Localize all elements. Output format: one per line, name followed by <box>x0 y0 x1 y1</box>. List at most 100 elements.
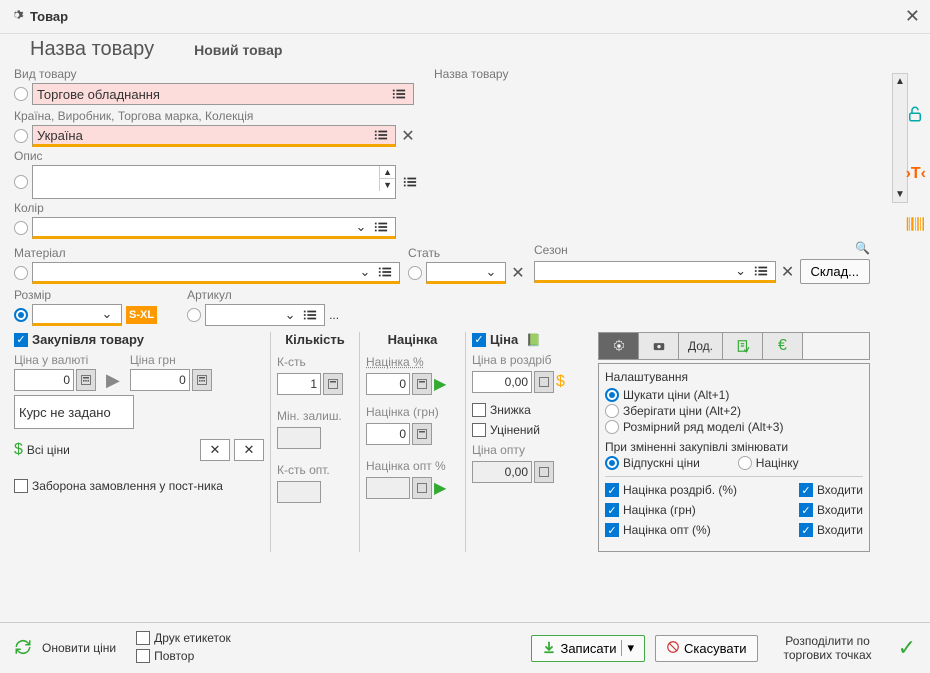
article-input[interactable]: ⌄ <box>205 304 325 326</box>
change2-radio[interactable] <box>738 456 752 470</box>
search-icon[interactable]: 🔍 <box>855 241 870 259</box>
scroll-up-icon[interactable]: ▲ <box>893 74 907 89</box>
list-icon[interactable] <box>371 125 391 145</box>
purchase-check[interactable] <box>14 333 28 347</box>
chevron-down-icon[interactable]: ⌄ <box>355 264 375 280</box>
price-currency-input[interactable]: 0 <box>14 369 74 391</box>
refresh-label[interactable]: Оновити ціни <box>42 641 116 655</box>
lock-icon[interactable] <box>906 105 924 126</box>
scrollbar[interactable]: ▲ ▼ <box>892 73 908 203</box>
calc-icon[interactable] <box>534 461 554 483</box>
calc-icon[interactable] <box>323 373 343 395</box>
distribute-label[interactable]: Розподілити по торгових точках <box>768 634 888 662</box>
tab-camera[interactable] <box>639 333 679 359</box>
forbid-check[interactable] <box>14 479 28 493</box>
desc-radio[interactable] <box>14 175 28 189</box>
size-input[interactable]: ⌄ <box>32 304 122 326</box>
tab-gear[interactable] <box>599 333 639 359</box>
article-radio[interactable] <box>187 308 201 322</box>
clear-icon[interactable]: ✕ <box>400 126 416 146</box>
print-check[interactable] <box>136 631 150 645</box>
opt2-radio[interactable] <box>605 404 619 418</box>
opt1-radio[interactable] <box>605 388 619 402</box>
refresh-icon[interactable] <box>14 638 32 659</box>
check-icon[interactable]: ✓ <box>898 635 916 661</box>
rate-input[interactable]: Курс не задано <box>14 395 134 429</box>
type-radio[interactable] <box>14 87 28 101</box>
c2-check[interactable] <box>799 483 813 497</box>
gender-radio[interactable] <box>408 266 422 280</box>
chevron-down-icon[interactable]: ⌄ <box>351 219 371 235</box>
list-icon[interactable] <box>400 172 420 192</box>
opt-input[interactable] <box>277 481 321 503</box>
tab-add[interactable]: Дод. <box>679 333 723 359</box>
list-icon[interactable] <box>371 217 391 237</box>
x2-input[interactable]: ✕ <box>234 439 264 461</box>
all-prices-link[interactable]: Всі ціни <box>27 443 70 457</box>
list-icon[interactable] <box>751 261 771 281</box>
tab-euro[interactable]: € <box>763 333 803 359</box>
material-radio[interactable] <box>14 266 28 280</box>
chevron-down-icon[interactable]: ⌄ <box>280 307 300 323</box>
calc-icon[interactable] <box>412 423 432 445</box>
expand-icon[interactable]: ›T‹ <box>906 165 926 183</box>
play-icon[interactable]: ▶ <box>434 374 446 394</box>
min-input[interactable] <box>277 427 321 449</box>
gender-input[interactable]: ⌄ <box>426 262 506 284</box>
c5-check[interactable] <box>605 523 619 537</box>
type-input[interactable]: Торгове обладнання <box>32 83 414 105</box>
calc-icon[interactable] <box>534 371 554 393</box>
price-check[interactable] <box>472 333 486 347</box>
country-radio[interactable] <box>14 129 28 143</box>
clear-icon[interactable]: ✕ <box>510 263 526 283</box>
calc-icon[interactable] <box>192 369 212 391</box>
list-icon[interactable] <box>375 262 395 282</box>
country-input[interactable]: Україна <box>32 125 396 147</box>
markup-pct-input[interactable]: 0 <box>366 373 410 395</box>
material-input[interactable]: ⌄ <box>32 262 400 284</box>
cancel-button[interactable]: Скасувати <box>655 635 758 662</box>
markup-pct-lbl[interactable]: Націнка % <box>366 355 459 369</box>
count-input[interactable]: 1 <box>277 373 321 395</box>
color-input[interactable]: ⌄ <box>32 217 396 239</box>
calc-icon[interactable] <box>76 369 96 391</box>
chevron-down-icon[interactable]: ⌄ <box>481 264 501 280</box>
play-icon[interactable]: ▶ <box>434 478 446 498</box>
x1-input[interactable]: ✕ <box>200 439 230 461</box>
opt-price-input[interactable]: 0,00 <box>472 461 532 483</box>
up-icon[interactable]: ▲ <box>380 166 395 179</box>
dollar-refresh-icon[interactable]: $ <box>556 373 565 391</box>
repeat-check[interactable] <box>136 649 150 663</box>
dots[interactable]: ... <box>329 308 339 322</box>
tag-icon[interactable]: 📗 <box>526 333 541 347</box>
retail-input[interactable]: 0,00 <box>472 371 532 393</box>
save-button[interactable]: Записати ▾ <box>531 635 645 662</box>
close-icon[interactable]: ✕ <box>905 6 920 27</box>
discount-check[interactable] <box>472 403 486 417</box>
sxl-badge[interactable]: S-XL <box>126 306 157 324</box>
c3-check[interactable] <box>605 503 619 517</box>
barcode-icon[interactable] <box>906 215 924 236</box>
markup-grn-input[interactable]: 0 <box>366 423 410 445</box>
calc-icon[interactable] <box>412 477 432 499</box>
desc-input[interactable]: ▲ ▼ <box>32 165 396 199</box>
c1-check[interactable] <box>605 483 619 497</box>
change1-radio[interactable] <box>605 456 619 470</box>
chevron-down-icon[interactable]: ⌄ <box>731 263 751 279</box>
scroll-down-icon[interactable]: ▼ <box>893 187 907 202</box>
c4-check[interactable] <box>799 503 813 517</box>
season-input[interactable]: ⌄ <box>534 261 776 283</box>
down-icon[interactable]: ▼ <box>380 179 395 191</box>
color-radio[interactable] <box>14 221 28 235</box>
reduced-check[interactable] <box>472 423 486 437</box>
warehouse-button[interactable]: Склад... <box>800 259 870 284</box>
markup-opt-input[interactable] <box>366 477 410 499</box>
chevron-down-icon[interactable]: ⌄ <box>97 306 117 322</box>
chevron-down-icon[interactable]: ▾ <box>621 640 635 656</box>
price-grn-input[interactable]: 0 <box>130 369 190 391</box>
opt3-radio[interactable] <box>605 420 619 434</box>
tab-doc[interactable] <box>723 333 763 359</box>
size-radio[interactable] <box>14 308 28 322</box>
clear-icon[interactable]: ✕ <box>780 262 796 282</box>
list-icon[interactable] <box>300 305 320 325</box>
